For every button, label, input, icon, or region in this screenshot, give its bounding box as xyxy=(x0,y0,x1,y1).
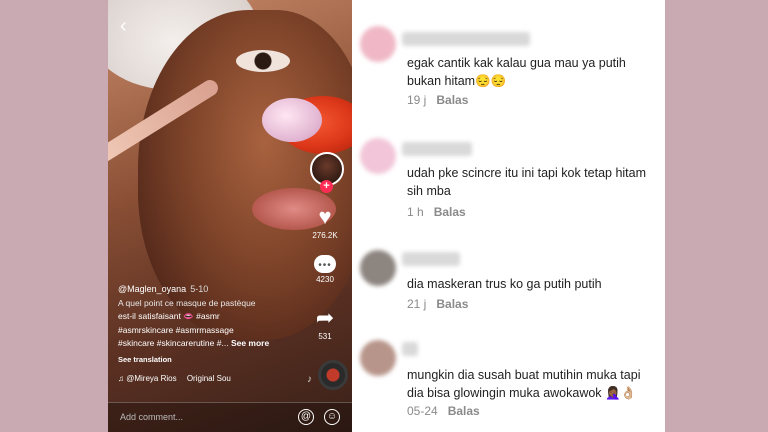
follow-plus-icon[interactable]: + xyxy=(320,180,333,193)
heart-icon: ♥ xyxy=(318,204,332,229)
music-artist: @Mireya Rios xyxy=(126,374,177,383)
commenter-name-redacted xyxy=(402,252,460,266)
music-note-icon: ♫ xyxy=(118,374,124,383)
reply-button[interactable]: Balas xyxy=(436,297,468,311)
caption-line: A quel point ce masque de pastèque xyxy=(118,297,256,308)
reply-button[interactable]: Balas xyxy=(434,205,466,219)
commenter-name-redacted xyxy=(402,342,418,356)
brush-head-image xyxy=(262,98,322,142)
commenter-avatar[interactable] xyxy=(360,250,396,286)
commenter-name-redacted xyxy=(402,32,530,46)
add-comment-bar[interactable]: Add comment... @ ☺ xyxy=(108,402,352,432)
commenter-avatar[interactable] xyxy=(360,138,396,174)
comment-time: 05-24 xyxy=(407,404,438,418)
eye-image xyxy=(236,50,290,72)
comment-meta: 21 j Balas xyxy=(407,297,468,311)
video-caption: @Maglen_oyana 5-10 A quel point ce masque… xyxy=(118,283,308,386)
commenter-avatar[interactable] xyxy=(360,26,396,62)
like-count: 276.2K xyxy=(312,231,338,240)
add-comment-input[interactable]: Add comment... xyxy=(120,412,183,422)
see-more-link[interactable]: See more xyxy=(231,338,269,348)
comment-time: 19 j xyxy=(407,93,427,107)
reply-button[interactable]: Balas xyxy=(448,404,480,418)
post-date: 5-10 xyxy=(190,284,209,294)
emoji-icon[interactable]: ☺ xyxy=(324,409,340,425)
mention-icon[interactable]: @ xyxy=(298,409,314,425)
comment-meta: 05-24 Balas xyxy=(407,404,480,418)
back-icon[interactable]: ‹ xyxy=(120,16,127,36)
comments-panel: egak cantik kak kalau gua mau ya putih b… xyxy=(352,0,665,432)
comment-text: egak cantik kak kalau gua mau ya putih b… xyxy=(407,56,626,88)
comment-icon: ••• xyxy=(314,255,336,273)
music-disc-icon[interactable] xyxy=(318,360,348,390)
see-translation-link[interactable]: See translation xyxy=(118,353,308,367)
comment-time: 21 j xyxy=(407,297,427,311)
comment-meta: 1 h Balas xyxy=(407,205,466,219)
comment-text: udah pke scincre itu ini tapi kok tetap … xyxy=(407,166,647,198)
music-title: Original Sou xyxy=(186,374,231,383)
comment-text: dia maskeran trus ko ga putih putih xyxy=(407,277,602,291)
caption-hashtags[interactable]: #asmrskincare #asmrmassage xyxy=(118,324,308,338)
comment-time: 1 h xyxy=(407,205,424,219)
commenter-avatar[interactable] xyxy=(360,340,396,376)
music-info[interactable]: ♫ @Mireya Rios Original Sou xyxy=(118,372,308,386)
comment-button[interactable]: ••• 4230 xyxy=(300,255,350,284)
caption-hashtags[interactable]: #skincare #skincarerutine #... xyxy=(118,338,229,348)
like-button[interactable]: ♥ 276.2K xyxy=(300,204,350,241)
creator-username-line[interactable]: @Maglen_oyana 5-10 xyxy=(118,283,308,297)
reply-button[interactable]: Balas xyxy=(436,93,468,107)
caption-line: est-il satisfaisant 👄 #asmr xyxy=(118,311,220,321)
comment-text: mungkin dia susah buat mutihin muka tapi… xyxy=(407,368,641,400)
comment-meta: 19 j Balas xyxy=(407,93,468,107)
commenter-name-redacted xyxy=(402,142,472,156)
creator-username[interactable]: @Maglen_oyana xyxy=(118,284,186,294)
video-panel[interactable]: ‹ + ♥ 276.2K ••• 4230 ➦ 531 ♪ @Maglen_oy… xyxy=(108,0,352,432)
